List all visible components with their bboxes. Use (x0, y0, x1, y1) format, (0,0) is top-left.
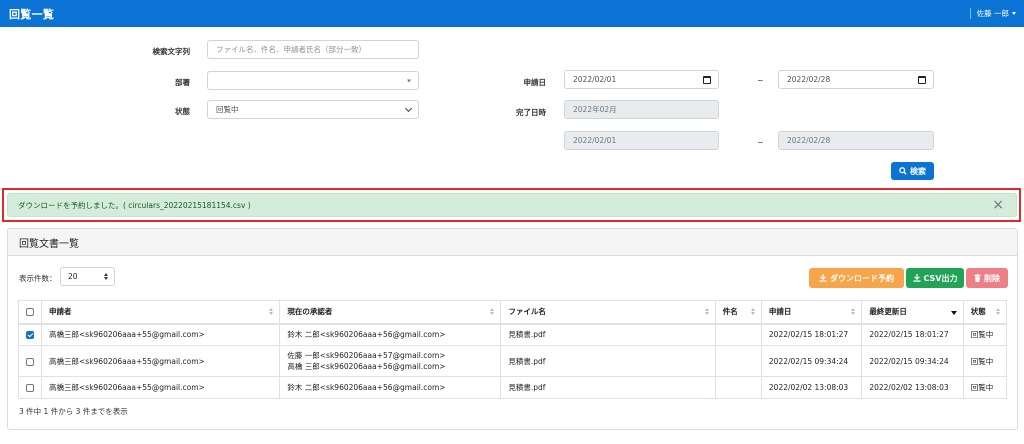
download-reserve-button[interactable]: ダウンロード予約 (809, 268, 904, 288)
page-title: 回覧一覧 (9, 7, 55, 21)
alert-message: ダウンロードを予約しました。( circulars_20220215181154… (18, 200, 251, 210)
col-applied-date[interactable]: 申請日 (760, 300, 863, 325)
status-cell: 回覧中 (962, 323, 1008, 346)
col-updated-date[interactable]: 最終更新日 (861, 300, 964, 325)
subject-cell (714, 345, 762, 377)
user-name: 佐藤 一郎 (976, 9, 1009, 18)
col-approver[interactable]: 現在の承認者 (279, 300, 502, 325)
filename-cell: 見積書.pdf (500, 345, 716, 377)
status-cell: 回覧中 (962, 345, 1008, 377)
table-row[interactable]: 高橋三郎<sk960206aaa+55@gmail.com> 佐藤 一郎<sk9… (18, 345, 1008, 377)
keyword-label: 検索文字列 (152, 47, 191, 56)
approver-cell: 鈴木 二郎<sk960206aaa+56@gmail.com> (279, 376, 502, 399)
applied-date-cell: 2022/02/15 09:34:24 (760, 345, 863, 377)
csv-export-button[interactable]: CSV出力 (906, 268, 964, 288)
select-all-cell[interactable] (18, 300, 42, 325)
delete-button[interactable]: 削除 (966, 268, 1008, 288)
list-title: 回覧文書一覧 (8, 229, 1017, 256)
per-page-label: 表示件数： (19, 274, 57, 283)
complete-date-from: 2022/02/01 (564, 131, 719, 150)
trash-icon (974, 274, 981, 282)
chevron-down-icon (404, 104, 413, 112)
select-all-checkbox[interactable] (26, 308, 34, 317)
approver-cell: 佐藤 一郎<sk960206aaa+57@gmail.com> 高橋 三郎<sk… (279, 345, 502, 377)
apply-date-to[interactable]: 2022/02/28 (778, 70, 934, 89)
pagination-summary: 3 件中 1 件から 3 件までを表示 (19, 407, 128, 416)
updated-date-cell: 2022/02/15 09:34:24 (861, 345, 964, 377)
applicant-cell: 高橋三郎<sk960206aaa+55@gmail.com> (40, 345, 281, 377)
keyword-input[interactable]: ファイル名、件名、申請者氏名（部分一致） (207, 40, 419, 59)
apply-from-value: 2022/02/01 (573, 75, 617, 84)
applied-date-cell: 2022/02/02 13:08:03 (760, 376, 863, 399)
download-reserve-label: ダウンロード予約 (830, 273, 894, 283)
applied-date-cell: 2022/02/15 18:01:27 (760, 323, 863, 346)
circular-table: 申請者 現在の承認者 ファイル名 件名 申請日 最終更新日 状態 高橋三郎<sk… (18, 300, 1008, 399)
range-separator: ~ (757, 76, 764, 85)
chevron-down-icon (1012, 12, 1016, 15)
approver-line: 佐藤 一郎<sk960206aaa+57@gmail.com> (287, 351, 446, 360)
close-icon[interactable]: × (992, 198, 1004, 212)
per-page-select[interactable]: 20 (60, 267, 115, 286)
csv-export-label: CSV出力 (923, 273, 958, 283)
apply-date-from[interactable]: 2022/02/01 (564, 70, 719, 89)
applicant-cell: 高橋三郎<sk960206aaa+55@gmail.com> (40, 323, 281, 346)
subject-cell (714, 376, 762, 399)
status-cell: 回覧中 (962, 376, 1008, 399)
dept-label: 部署 (175, 78, 190, 87)
chevron-down-icon (407, 79, 411, 82)
range-separator: ~ (757, 138, 764, 147)
row-checkbox[interactable] (26, 384, 34, 392)
apply-to-value: 2022/02/28 (787, 75, 831, 84)
table-header: 申請者 現在の承認者 ファイル名 件名 申請日 最終更新日 状態 (18, 300, 1008, 325)
status-select[interactable]: 回覧中 (207, 100, 419, 119)
delete-label: 削除 (984, 273, 1000, 283)
dept-select[interactable] (207, 71, 419, 90)
calendar-icon[interactable] (703, 75, 711, 84)
approver-line: 高橋 三郎<sk960206aaa+56@gmail.com> (287, 362, 446, 371)
download-icon (912, 274, 921, 282)
col-filename[interactable]: ファイル名 (500, 300, 716, 325)
per-page-value: 20 (68, 272, 78, 281)
row-checkbox[interactable] (26, 357, 34, 366)
calendar-icon[interactable] (918, 75, 926, 84)
search-button-label: 検索 (910, 166, 926, 176)
download-icon (819, 274, 827, 282)
filename-cell: 見積書.pdf (500, 376, 716, 399)
table-row[interactable]: 高橋三郎<sk960206aaa+55@gmail.com> 鈴木 二郎<sk9… (18, 323, 1008, 346)
sort-arrows-icon (104, 273, 108, 280)
status-label: 状態 (175, 107, 190, 116)
subject-cell (714, 323, 762, 346)
status-value: 回覧中 (216, 105, 239, 114)
complete-date-to: 2022/02/28 (778, 131, 934, 150)
filename-cell: 見積書.pdf (500, 323, 716, 346)
success-alert: ダウンロードを予約しました。( circulars_20220215181154… (7, 193, 1017, 217)
updated-date-cell: 2022/02/02 13:08:03 (861, 376, 964, 399)
app-header: 回覧一覧 佐藤 一郎 (0, 0, 1024, 27)
search-icon (899, 167, 907, 175)
apply-date-label: 申請日 (523, 78, 547, 87)
complete-date-label: 完了日時 (516, 108, 546, 117)
complete-month-input: 2022年02月 (564, 100, 719, 119)
applicant-cell: 高橋三郎<sk960206aaa+55@gmail.com> (40, 376, 281, 399)
row-checkbox[interactable] (26, 331, 34, 340)
user-menu[interactable]: 佐藤 一郎 (969, 8, 1016, 19)
col-applicant[interactable]: 申請者 (40, 300, 281, 325)
table-row[interactable]: 高橋三郎<sk960206aaa+55@gmail.com> 鈴木 二郎<sk9… (18, 376, 1008, 399)
approver-cell: 鈴木 二郎<sk960206aaa+56@gmail.com> (279, 323, 502, 346)
search-button[interactable]: 検索 (891, 162, 934, 180)
updated-date-cell: 2022/02/15 18:01:27 (861, 323, 964, 346)
col-subject[interactable]: 件名 (714, 300, 762, 325)
col-status[interactable]: 状態 (962, 300, 1008, 325)
